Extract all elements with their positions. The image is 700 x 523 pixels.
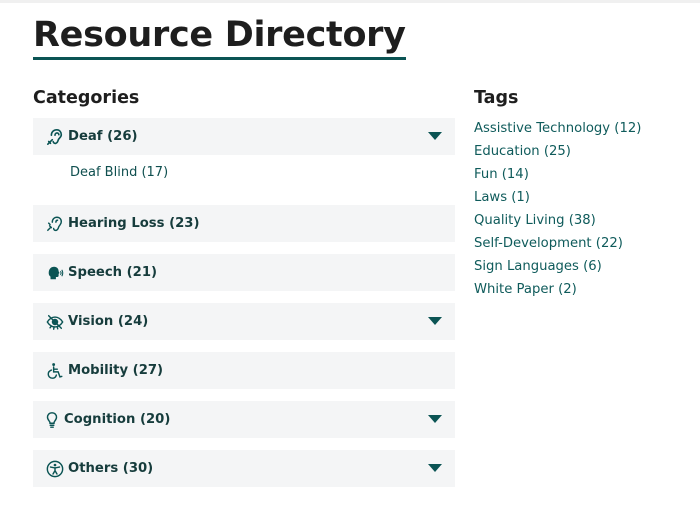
page-title: Resource Directory	[33, 14, 406, 60]
category-vision-label: Vision (24)	[68, 314, 149, 329]
speaking-head-icon	[45, 263, 65, 283]
category-speech-label: Speech (21)	[68, 265, 158, 280]
chevron-down-icon[interactable]	[428, 415, 442, 423]
tag-sign-languages[interactable]: Sign Languages (6)	[474, 259, 641, 282]
tags-heading: Tags	[474, 88, 519, 108]
category-mobility: Mobility (27)	[33, 352, 455, 389]
hearing-loss-icon	[45, 214, 65, 234]
category-vision-header[interactable]: Vision (24)	[33, 303, 455, 340]
chevron-down-icon[interactable]	[428, 317, 442, 325]
category-deaf-label: Deaf (26)	[68, 129, 138, 144]
category-deaf-children: Deaf Blind (17)	[33, 155, 455, 192]
category-list: Deaf (26) Deaf Blind (17) Hearing Loss (…	[33, 118, 455, 499]
category-speech: Speech (21)	[33, 254, 455, 291]
category-others: Others (30)	[33, 450, 455, 487]
category-hearing-loss-header[interactable]: Hearing Loss (23)	[33, 205, 455, 242]
lightbulb-icon	[45, 410, 59, 430]
category-hearing-loss-label: Hearing Loss (23)	[68, 216, 200, 231]
category-others-label: Others (30)	[68, 461, 154, 476]
category-deaf: Deaf (26) Deaf Blind (17)	[33, 118, 455, 192]
accessibility-icon	[45, 459, 65, 479]
category-cognition-label: Cognition (20)	[64, 412, 171, 427]
subcategory-deaf-blind[interactable]: Deaf Blind (17)	[33, 155, 455, 192]
category-mobility-header[interactable]: Mobility (27)	[33, 352, 455, 389]
tag-self-development[interactable]: Self-Development (22)	[474, 236, 641, 259]
ear-icon	[45, 127, 65, 147]
category-cognition: Cognition (20)	[33, 401, 455, 438]
chevron-down-icon[interactable]	[428, 464, 442, 472]
tag-education[interactable]: Education (25)	[474, 144, 641, 167]
chevron-down-icon[interactable]	[428, 132, 442, 140]
category-others-header[interactable]: Others (30)	[33, 450, 455, 487]
categories-heading: Categories	[33, 88, 140, 108]
category-speech-header[interactable]: Speech (21)	[33, 254, 455, 291]
low-vision-icon	[45, 312, 65, 332]
category-cognition-header[interactable]: Cognition (20)	[33, 401, 455, 438]
tag-quality-living[interactable]: Quality Living (38)	[474, 213, 641, 236]
category-deaf-header[interactable]: Deaf (26)	[33, 118, 455, 155]
tag-assistive-technology[interactable]: Assistive Technology (12)	[474, 121, 641, 144]
tag-laws[interactable]: Laws (1)	[474, 190, 641, 213]
wheelchair-icon	[45, 361, 65, 381]
category-vision: Vision (24)	[33, 303, 455, 340]
top-divider	[0, 0, 700, 3]
tag-white-paper[interactable]: White Paper (2)	[474, 282, 641, 305]
tag-list: Assistive Technology (12) Education (25)…	[474, 121, 641, 305]
category-hearing-loss: Hearing Loss (23)	[33, 205, 455, 242]
category-mobility-label: Mobility (27)	[68, 363, 164, 378]
tag-fun[interactable]: Fun (14)	[474, 167, 641, 190]
